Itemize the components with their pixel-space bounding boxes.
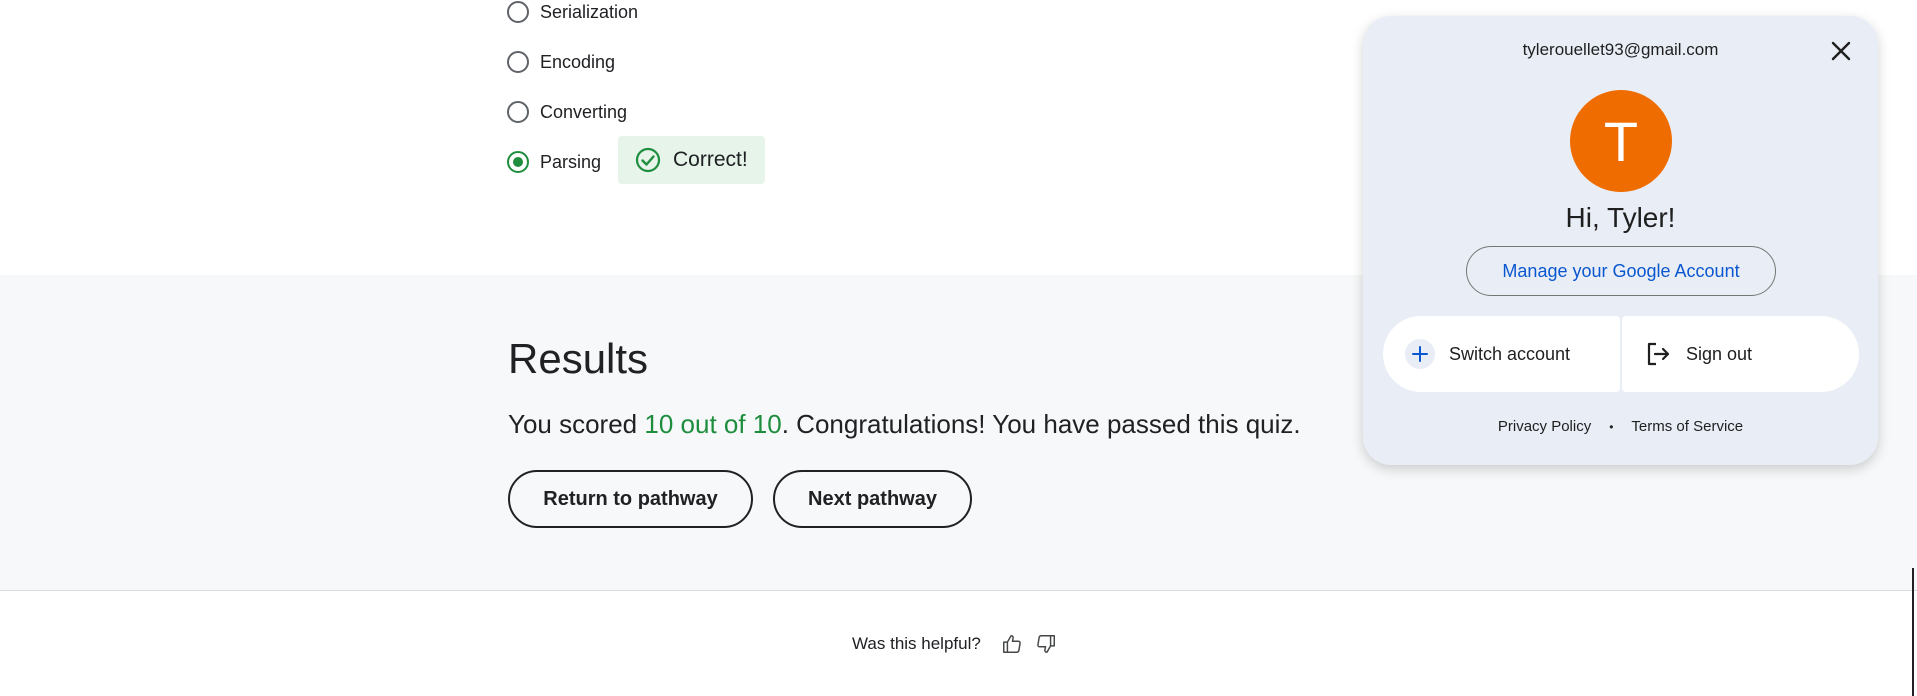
privacy-policy-link[interactable]: Privacy Policy — [1498, 418, 1591, 435]
option-label: Converting — [540, 101, 628, 122]
sign-out-icon — [1644, 340, 1672, 368]
score-prefix: You scored — [508, 409, 645, 439]
switch-account-label: Switch account — [1449, 343, 1571, 364]
close-icon[interactable] — [1826, 36, 1856, 66]
correct-feedback-badge: Correct! — [618, 136, 765, 184]
account-email: tylerouellet93@gmail.com — [1522, 40, 1719, 59]
score-value: 10 out of 10 — [644, 409, 782, 439]
account-actions: Switch account Sign out — [1383, 316, 1859, 392]
sign-out-button[interactable]: Sign out — [1622, 316, 1859, 392]
answer-option-serialization[interactable]: Serialization — [507, 0, 638, 27]
terms-of-service-link[interactable]: Terms of Service — [1631, 418, 1743, 435]
greeting: Hi, Tyler! — [1565, 202, 1676, 233]
radio-button-selected[interactable] — [507, 151, 529, 173]
manage-account-button[interactable]: Manage your Google Account — [1466, 246, 1776, 296]
check-circle-icon — [635, 147, 661, 173]
answer-option-converting[interactable]: Converting — [507, 97, 627, 127]
radio-button[interactable] — [507, 101, 529, 123]
sign-out-label: Sign out — [1686, 343, 1753, 364]
score-suffix: . Congratulations! You have passed this … — [781, 409, 1301, 439]
avatar[interactable]: T — [1570, 90, 1672, 192]
thumbs-down-icon[interactable] — [1035, 633, 1057, 655]
option-label: Serialization — [540, 1, 639, 22]
account-footer: Privacy Policy • Terms of Service — [1363, 418, 1878, 435]
account-panel: tylerouellet93@gmail.com T Hi, Tyler! Ma… — [1363, 16, 1878, 465]
helpful-question: Was this helpful? — [852, 634, 981, 653]
return-to-pathway-button[interactable]: Return to pathway — [508, 470, 753, 528]
next-pathway-button[interactable]: Next pathway — [773, 470, 972, 528]
scrollbar[interactable] — [1912, 568, 1914, 696]
option-label: Parsing — [540, 151, 602, 172]
answer-option-parsing[interactable]: Parsing — [507, 147, 601, 177]
thumbs-up-icon[interactable] — [1001, 633, 1023, 655]
option-label: Encoding — [540, 51, 616, 72]
results-title: Results — [508, 335, 649, 382]
radio-button[interactable] — [507, 51, 529, 73]
switch-account-button[interactable]: Switch account — [1383, 316, 1620, 392]
answer-option-encoding[interactable]: Encoding — [507, 47, 615, 77]
footer-separator: • — [1609, 419, 1614, 434]
plus-icon — [1405, 339, 1435, 369]
score-text: You scored 10 out of 10. Congratulations… — [508, 409, 1301, 440]
helpful-feedback: Was this helpful? — [852, 633, 1057, 655]
correct-label: Correct! — [673, 148, 748, 171]
radio-button[interactable] — [507, 1, 529, 23]
